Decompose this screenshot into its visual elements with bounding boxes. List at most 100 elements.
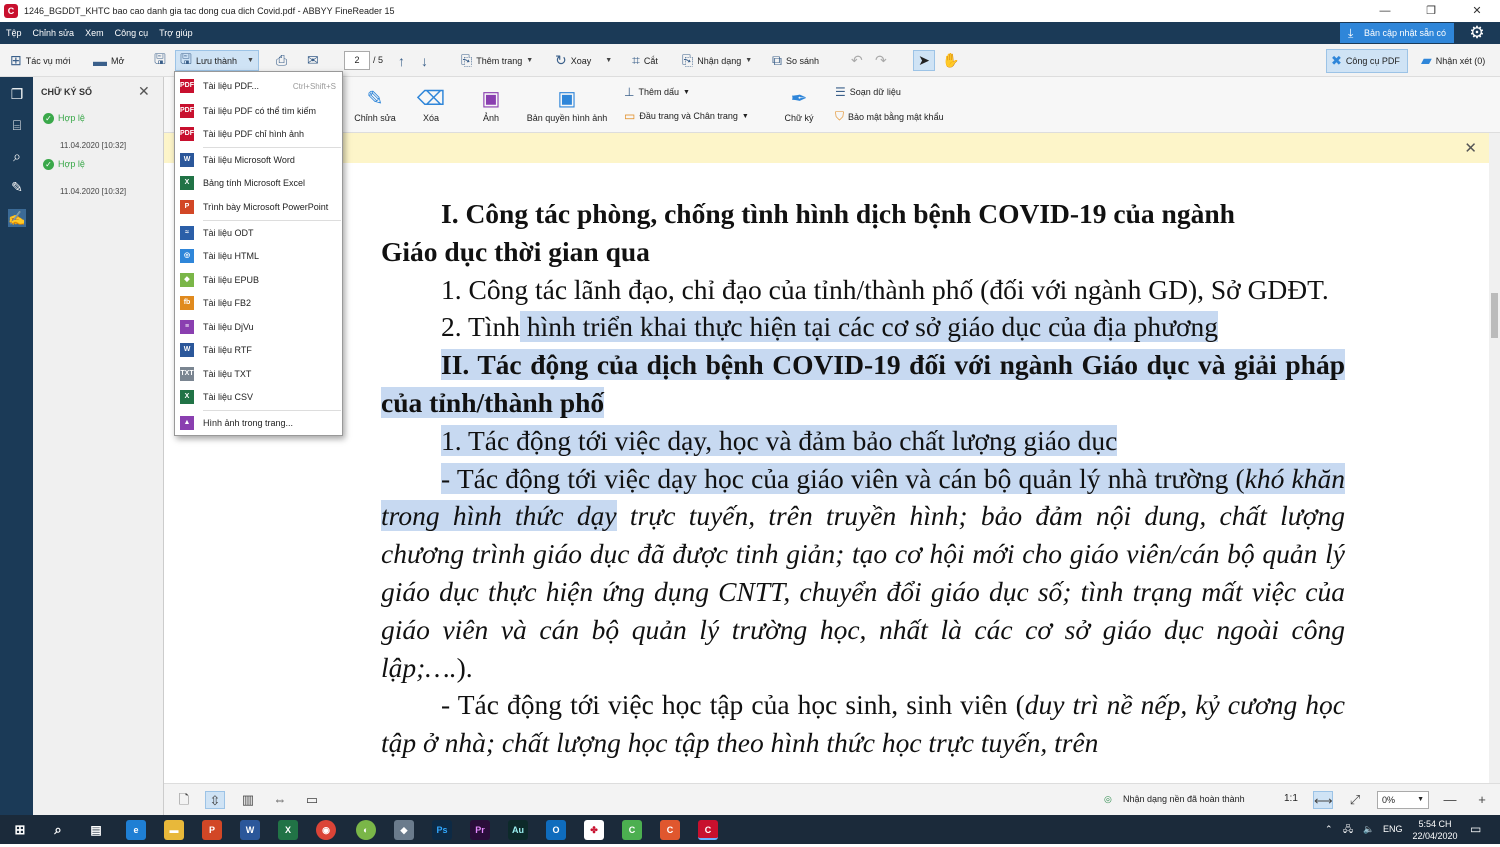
open-button[interactable]: ▬ Mở xyxy=(93,44,124,77)
menu-item-epub[interactable]: ◆ Tài liệu EPUB xyxy=(175,269,342,291)
password-protect-button[interactable]: ⛉ Bảo mật bằng mật khẩu xyxy=(835,109,944,124)
vertical-scrollbar[interactable] xyxy=(1489,133,1500,783)
fit-page-button[interactable]: ⤢ xyxy=(1345,791,1365,809)
tray-chevron-icon[interactable]: ⌃ xyxy=(1325,815,1333,844)
task-view-icon[interactable]: ▤ xyxy=(86,820,106,840)
zoom-in-button[interactable]: + xyxy=(1472,791,1492,809)
audition-icon[interactable]: Au xyxy=(508,820,528,840)
document-view[interactable]: I. Công tác phòng, chống tình hình dịch … xyxy=(164,163,1489,783)
signature-status-2[interactable]: ✓ Hợp lệ xyxy=(43,159,85,170)
menu-item-fb2[interactable]: fb Tài liệu FB2 xyxy=(175,292,342,314)
two-page-icon[interactable]: ▥ xyxy=(238,791,258,809)
clock[interactable]: 5:54 CH 22/04/2020 xyxy=(1410,818,1460,847)
edit-text-button[interactable]: ✎ Chỉnh sửa xyxy=(350,85,400,123)
chrome-icon[interactable]: ◉ xyxy=(316,820,336,840)
add-page-button[interactable]: ⎘ Thêm trang ▼ xyxy=(461,44,533,77)
rotate-button[interactable]: ↻ Xoay ▼ xyxy=(555,44,612,77)
scroll-view-icon[interactable]: ⇳ xyxy=(205,791,225,809)
menu-item-word[interactable]: W Tài liệu Microsoft Word xyxy=(175,149,342,171)
chevron-down-icon[interactable]: ▼ xyxy=(247,57,254,64)
menu-view[interactable]: Xem xyxy=(85,28,104,38)
file-explorer-icon[interactable]: ▬ xyxy=(164,820,184,840)
close-icon[interactable]: ✕ xyxy=(1464,139,1477,157)
fit-width-icon[interactable]: ⇔ xyxy=(270,791,290,809)
zoom-select[interactable]: 0% ▼ xyxy=(1377,791,1429,809)
update-available-button[interactable]: Bản cập nhật sẵn có xyxy=(1339,23,1454,43)
fit-width-button[interactable]: ⟷ xyxy=(1313,791,1333,809)
comments-button[interactable]: ▰ Nhận xét (0) xyxy=(1421,44,1485,77)
menu-item-djvu[interactable]: ≡ Tài liệu DjVu xyxy=(175,316,342,338)
menu-item-excel[interactable]: X Bảng tính Microsoft Excel xyxy=(175,172,342,194)
undo-button[interactable]: ↶ xyxy=(851,44,867,77)
volume-icon[interactable]: 🔈 xyxy=(1363,815,1374,844)
edge-icon[interactable]: e xyxy=(126,820,146,840)
excel-icon[interactable]: X xyxy=(278,820,298,840)
minimize-button[interactable]: — xyxy=(1362,0,1408,22)
hand-tool-button[interactable]: ✋ xyxy=(942,44,963,77)
windows-start-icon[interactable]: ⊞ xyxy=(10,820,30,840)
notification-icon[interactable]: ▭ xyxy=(1470,815,1481,844)
add-stamp-button[interactable]: ⊥ Thêm dấu ▼ xyxy=(624,85,690,99)
pages-icon[interactable]: ❐ xyxy=(8,85,26,103)
close-icon[interactable]: ✕ xyxy=(138,83,150,100)
actual-size-button[interactable]: 1:1 xyxy=(1284,793,1298,804)
outlook-icon[interactable]: O xyxy=(546,820,566,840)
menu-item-rtf[interactable]: W Tài liệu RTF xyxy=(175,339,342,361)
single-page-icon[interactable]: 🗋 xyxy=(174,791,194,809)
crop-button[interactable]: ⌗ Cắt xyxy=(632,44,658,77)
menu-item-html[interactable]: ◎ Tài liệu HTML xyxy=(175,245,342,267)
powerpoint-icon[interactable]: P xyxy=(202,820,222,840)
app-icon[interactable]: ✤ xyxy=(584,820,604,840)
pdf-tools-button[interactable]: ✖ Công cụ PDF xyxy=(1326,49,1408,73)
search-icon[interactable]: ⌕ xyxy=(48,820,68,840)
app-icon[interactable]: C xyxy=(660,820,680,840)
language-indicator[interactable]: ENG xyxy=(1383,815,1403,844)
signature-button[interactable]: ✒ Chữ ký xyxy=(780,85,818,123)
menu-item-searchable-pdf[interactable]: PDF Tài liệu PDF có thể tìm kiếm xyxy=(175,100,342,122)
attachment-icon[interactable]: ✎ xyxy=(8,178,26,196)
menu-file[interactable]: Tệp xyxy=(6,28,22,38)
signature-icon[interactable]: ✍ xyxy=(8,209,26,227)
compare-button[interactable]: ⧉ So sánh xyxy=(772,44,819,77)
save-as-button[interactable]: 🖫 Lưu thành ▼ xyxy=(175,50,259,71)
network-icon[interactable]: 🖧 xyxy=(1343,815,1353,844)
bookmark-icon[interactable]: ⌸ xyxy=(8,116,26,134)
premiere-icon[interactable]: Pr xyxy=(470,820,490,840)
menu-edit[interactable]: Chỉnh sửa xyxy=(33,28,75,38)
close-button[interactable]: ✕ xyxy=(1454,0,1500,22)
word-icon[interactable]: W xyxy=(240,820,260,840)
image-rights-button[interactable]: ▣ Bản quyền hình ảnh xyxy=(524,85,610,123)
menu-item-pdf[interactable]: PDF Tài liệu PDF... Ctrl+Shift+S xyxy=(175,75,342,97)
menu-item-page-images[interactable]: ▲ Hình ảnh trong trang... xyxy=(175,412,342,434)
erase-button[interactable]: ⌫ Xóa xyxy=(416,85,446,123)
fullscreen-icon[interactable]: ▭ xyxy=(302,791,322,809)
edit-data-button[interactable]: ☰ Soạn dữ liệu xyxy=(835,85,901,99)
restore-button[interactable]: ❐ xyxy=(1408,0,1454,22)
menu-tools[interactable]: Công cụ xyxy=(115,28,149,38)
page-number-input[interactable]: 2 xyxy=(344,51,370,70)
menu-item-powerpoint[interactable]: P Trình bày Microsoft PowerPoint xyxy=(175,196,342,218)
recognize-button[interactable]: ⎘ Nhận dạng ▼ xyxy=(682,44,752,77)
save-button[interactable]: 🖫 xyxy=(154,44,170,77)
new-task-button[interactable]: ⊞ Tác vụ mới xyxy=(10,44,71,77)
photoshop-icon[interactable]: Ps xyxy=(432,820,452,840)
app-icon[interactable]: C xyxy=(622,820,642,840)
zoom-out-button[interactable]: — xyxy=(1440,791,1460,809)
menu-item-odt[interactable]: ≈ Tài liệu ODT xyxy=(175,222,342,244)
app-icon[interactable]: ◆ xyxy=(394,820,414,840)
signature-status-1[interactable]: ✓ Hợp lệ xyxy=(43,113,85,124)
prev-page-button[interactable]: ↑ xyxy=(398,44,409,77)
menu-item-image-pdf[interactable]: PDF Tài liệu PDF chỉ hình ảnh xyxy=(175,123,342,145)
finereader-icon[interactable]: C xyxy=(698,820,718,840)
scrollbar-thumb[interactable] xyxy=(1491,293,1498,338)
header-footer-button[interactable]: ▭ Đầu trang và Chân trang ▼ xyxy=(624,109,749,123)
next-page-button[interactable]: ↓ xyxy=(421,44,432,77)
menu-item-csv[interactable]: X Tài liệu CSV xyxy=(175,386,342,408)
menu-help[interactable]: Trợ giúp xyxy=(159,28,193,38)
gear-icon[interactable]: ⚙ xyxy=(1462,22,1492,44)
redo-button[interactable]: ↷ xyxy=(875,44,891,77)
search-icon[interactable]: ⌕ xyxy=(8,147,26,165)
image-button[interactable]: ▣ Ảnh xyxy=(476,85,506,123)
menu-item-txt[interactable]: TXT Tài liệu TXT xyxy=(175,363,342,385)
app-icon[interactable]: ◐ xyxy=(356,820,376,840)
